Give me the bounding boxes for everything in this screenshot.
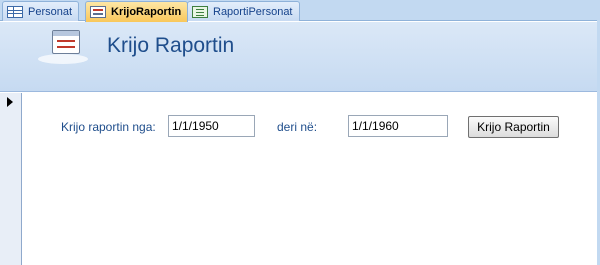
tab-personat[interactable]: Personat [2,1,80,21]
tab-krijoraportin[interactable]: KrijoRaportin [85,1,189,22]
tab-label: RaportiPersonat [213,5,293,18]
tab-label: KrijoRaportin [111,6,182,18]
from-date-label: Krijo raportin nga: [61,120,156,134]
to-date-field[interactable] [348,115,448,137]
from-date-field[interactable] [168,115,255,137]
report-icon [192,5,208,18]
page-title: Krijo Raportin [107,34,235,57]
form-icon [52,30,80,54]
tab-raportipersonat[interactable]: RaportiPersonat [187,1,300,21]
access-form-window: Personat KrijoRaportin RaportiPersonat K… [0,0,600,265]
table-icon [7,5,23,18]
form-header: Krijo Raportin [0,22,600,92]
tab-label: Personat [28,5,73,18]
form-detail-section: Krijo raportin nga: deri në: Krijo Rapor… [23,93,600,265]
form-icon [90,6,106,18]
icon-reflection [38,54,88,64]
to-date-label: deri në: [277,120,318,134]
create-report-button[interactable]: Krijo Raportin [468,116,559,138]
document-tab-strip: Personat KrijoRaportin RaportiPersonat [0,0,600,22]
current-record-arrow-icon [7,97,13,107]
record-selector[interactable] [0,93,22,265]
